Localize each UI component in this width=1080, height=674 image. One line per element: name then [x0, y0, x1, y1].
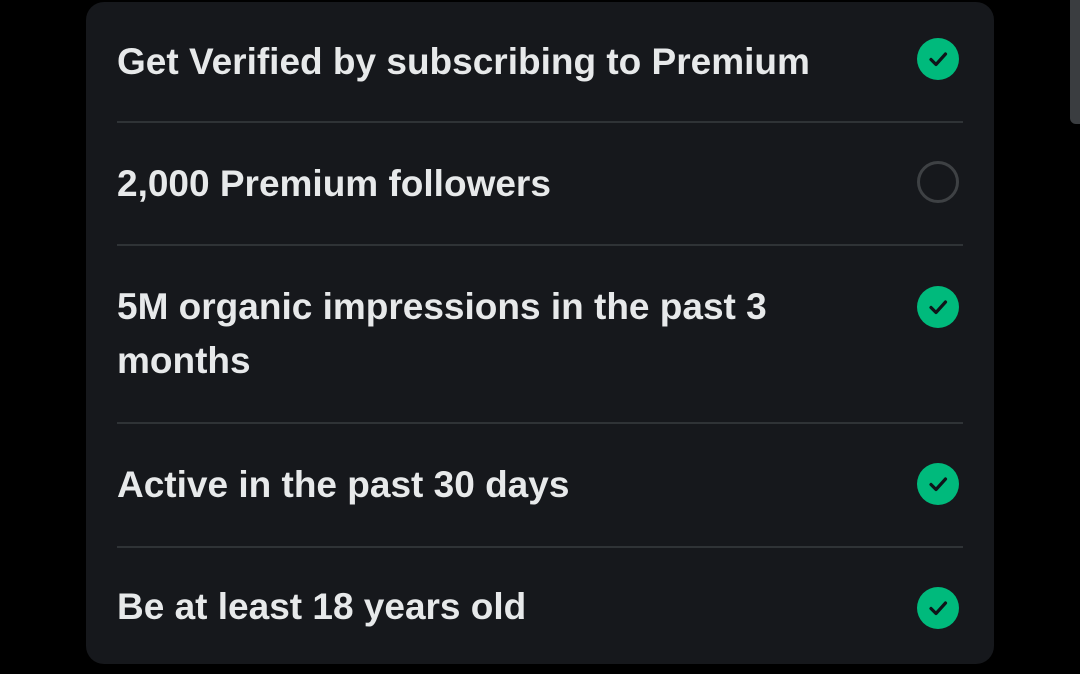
- checkmark-icon: [917, 38, 959, 80]
- requirement-row-impressions: 5M organic impressions in the past 3 mon…: [117, 246, 963, 424]
- requirement-row-age: Be at least 18 years old: [117, 548, 963, 666]
- requirement-label: Get Verified by subscribing to Premium: [117, 40, 810, 82]
- requirements-list: Get Verified by subscribing to Premium 2…: [117, 2, 963, 666]
- eligibility-card: Get Verified by subscribing to Premium 2…: [86, 2, 994, 664]
- checkmark-icon: [917, 286, 959, 328]
- requirement-row-followers: 2,000 Premium followers: [117, 123, 963, 246]
- requirement-label: 2,000 Premium followers: [117, 162, 551, 204]
- requirement-row-verified: Get Verified by subscribing to Premium: [117, 2, 963, 123]
- requirement-row-active: Active in the past 30 days: [117, 424, 963, 548]
- empty-circle-icon: [917, 161, 959, 203]
- checkmark-icon: [917, 587, 959, 629]
- requirement-label: Be at least 18 years old: [117, 586, 527, 627]
- checkmark-icon: [917, 463, 959, 505]
- requirement-label: Active in the past 30 days: [117, 464, 570, 505]
- scrollbar-thumb[interactable]: [1070, 0, 1080, 124]
- requirement-label: 5M organic impressions in the past 3 mon…: [117, 286, 767, 381]
